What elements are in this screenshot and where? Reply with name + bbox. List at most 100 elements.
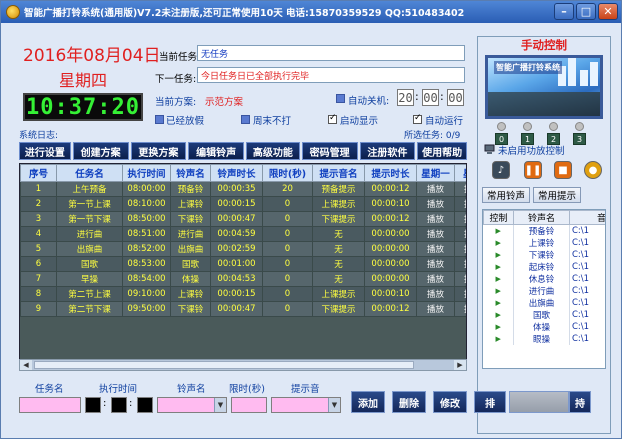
list-item[interactable]: ▶ 眼操 C:\1 bbox=[483, 333, 605, 345]
table-cell: 00:02:59 bbox=[210, 241, 263, 257]
modify-button[interactable]: 修改 bbox=[433, 391, 467, 413]
list-item[interactable]: ▶ 预备铃 C:\1 bbox=[483, 224, 605, 237]
stop-icon[interactable]: ■ bbox=[554, 161, 572, 179]
record-icon[interactable]: ● bbox=[584, 161, 602, 179]
channel-led-icon bbox=[575, 122, 584, 131]
list-item[interactable]: ▶ 起床铃 C:\1 bbox=[483, 261, 605, 273]
ring-list[interactable]: 控制 铃声名 音 ▶ 预备铃 C:\1 ▶ 上课铃 C:\1 ▶ 下课铃 C:\1 ▶ 起床铃 C:\… bbox=[482, 209, 606, 369]
second-input[interactable] bbox=[137, 397, 153, 413]
table-row[interactable]: 9 第二节下课 09:50:00 下课铃 00:00:47 0 下课提示 00:00:12 播放… bbox=[20, 301, 466, 317]
list-item[interactable]: ▶ 休息铃 C:\1 bbox=[483, 273, 605, 285]
manual-control-panel: 手动控制 智能广播打铃系统 0 1 2 3 未启用功放控制 ♪ ❚❚ ■ ● 常… bbox=[477, 36, 611, 434]
col-header[interactable]: 序号 bbox=[20, 164, 57, 182]
col-header[interactable]: 星期 bbox=[454, 164, 466, 182]
task-name-input[interactable] bbox=[19, 397, 81, 413]
scroll-thumb[interactable] bbox=[34, 361, 414, 369]
sort-button[interactable]: 排 bbox=[474, 391, 506, 413]
maximize-button[interactable]: □ bbox=[576, 3, 596, 20]
table-row[interactable]: 8 第二节上课 09:10:00 上课铃 00:00:15 0 上课提示 00:00:10 播放… bbox=[20, 286, 466, 302]
hour-input[interactable] bbox=[85, 397, 101, 413]
table-row[interactable]: 4进行曲08:51:00进行曲00:04:590无00:00:00播放播放 bbox=[20, 226, 466, 242]
shutdown-minute-field[interactable]: 00 bbox=[422, 89, 439, 106]
play-icon[interactable]: ▶ bbox=[483, 321, 514, 333]
col-header[interactable]: 提示时长 bbox=[364, 164, 417, 182]
chevron-down-icon[interactable]: ▼ bbox=[328, 398, 340, 412]
weekend-checkbox[interactable] bbox=[241, 115, 250, 124]
start-show-label: 启动显示 bbox=[340, 116, 379, 127]
register-button[interactable]: 注册软件 bbox=[359, 142, 416, 160]
col-header[interactable]: 控制 bbox=[483, 210, 514, 225]
table-cell: 播放 bbox=[416, 256, 455, 272]
play-icon[interactable]: ▶ bbox=[483, 224, 514, 237]
edit-ring-button[interactable]: 编辑铃声 bbox=[188, 142, 245, 160]
table-cell: 播放 bbox=[416, 226, 455, 242]
list-item[interactable]: ▶ 进行曲 C:\1 bbox=[483, 285, 605, 297]
table-cell: 预备提示 bbox=[312, 181, 365, 197]
col-header[interactable]: 执行时间 bbox=[122, 164, 171, 182]
col-header[interactable]: 提示音名 bbox=[312, 164, 365, 182]
play-icon[interactable]: ▶ bbox=[483, 261, 514, 273]
start-show-checkbox[interactable] bbox=[328, 113, 337, 124]
current-plan-value[interactable]: 示范方案 bbox=[205, 94, 243, 108]
tab-common-hints[interactable]: 常用提示 bbox=[533, 187, 582, 203]
task-grid[interactable]: 序号 任务名 执行时间 铃声名 铃声时长 限时(秒) 提示音名 提示时长 星期一… bbox=[19, 163, 467, 371]
play-icon[interactable]: ▶ bbox=[483, 249, 514, 261]
play-icon[interactable]: ▶ bbox=[483, 333, 514, 345]
col-header[interactable]: 星期一 bbox=[416, 164, 455, 182]
col-header[interactable]: 铃声名 bbox=[170, 164, 211, 182]
play-icon[interactable]: ▶ bbox=[483, 309, 514, 321]
list-item[interactable]: ▶ 国歌 C:\1 bbox=[483, 309, 605, 321]
speaker-icon[interactable]: ♪ bbox=[492, 161, 510, 179]
ring-list-header: 控制 铃声名 音 bbox=[483, 210, 605, 225]
title-bar[interactable]: 智能广播打铃系统(通用版)V7.2未注册版,还可正常使用10天 电话:15870… bbox=[1, 1, 621, 23]
create-plan-button[interactable]: 创建方案 bbox=[72, 142, 129, 160]
delete-button[interactable]: 删除 bbox=[392, 391, 426, 413]
col-header[interactable]: 音 bbox=[569, 210, 605, 225]
play-icon[interactable]: ▶ bbox=[483, 297, 514, 309]
shutdown-second-field[interactable]: 00 bbox=[447, 89, 464, 106]
table-row[interactable]: 2 第一节上课 08:10:00 上课铃 00:00:15 0 上课提示 00:00:10 播放… bbox=[20, 196, 466, 212]
minimize-button[interactable]: – bbox=[554, 3, 574, 20]
scroll-right-icon[interactable]: ▶ bbox=[454, 360, 466, 370]
list-item[interactable]: ▶ 出旗曲 C:\1 bbox=[483, 297, 605, 309]
extra-button[interactable]: 持 bbox=[569, 391, 591, 413]
add-button[interactable]: 添加 bbox=[351, 391, 385, 413]
table-row[interactable]: 1 上午预备 08:00:00 预备铃 00:00:35 20 预备提示 00:00:12 播放… bbox=[20, 181, 466, 197]
close-button[interactable]: ✕ bbox=[598, 3, 618, 20]
list-item[interactable]: ▶ 下课铃 C:\1 bbox=[483, 249, 605, 261]
play-icon[interactable]: ▶ bbox=[483, 285, 514, 297]
col-header[interactable]: 任务名 bbox=[56, 164, 123, 182]
ring-name: 出旗曲 bbox=[513, 297, 570, 309]
auto-run-checkbox[interactable] bbox=[413, 113, 422, 124]
shutdown-hour-field[interactable]: 20 bbox=[397, 89, 414, 106]
table-row[interactable]: 5出旗曲08:52:00出旗曲00:02:590无00:00:00播放播放 bbox=[20, 241, 466, 257]
auto-shutdown-checkbox[interactable] bbox=[336, 94, 345, 103]
weekend-label: 周末不打 bbox=[253, 116, 292, 127]
limit-input[interactable] bbox=[231, 397, 267, 413]
list-item[interactable]: ▶ 上课铃 C:\1 bbox=[483, 237, 605, 249]
hint-select[interactable]: ▼ bbox=[271, 397, 341, 413]
list-item[interactable]: ▶ 体操 C:\1 bbox=[483, 321, 605, 333]
ring-name-select[interactable]: ▼ bbox=[157, 397, 227, 413]
help-button[interactable]: 使用帮助 bbox=[417, 142, 468, 160]
pause-icon[interactable]: ❚❚ bbox=[524, 161, 542, 179]
col-header[interactable]: 铃声名 bbox=[513, 210, 570, 225]
table-row[interactable]: 3 第一节下课 08:50:00 下课铃 00:00:47 0 下课提示 00:00:12 播放… bbox=[20, 211, 466, 227]
play-icon[interactable]: ▶ bbox=[483, 273, 514, 285]
holiday-checkbox[interactable] bbox=[155, 115, 164, 124]
grid-horizontal-scrollbar[interactable]: ◀ ▶ bbox=[19, 359, 467, 371]
scroll-left-icon[interactable]: ◀ bbox=[20, 360, 32, 370]
settings-button[interactable]: 进行设置 bbox=[19, 142, 71, 160]
col-header[interactable]: 限时(秒) bbox=[262, 164, 313, 182]
tab-common-rings[interactable]: 常用铃声 bbox=[482, 187, 531, 203]
minute-input[interactable] bbox=[111, 397, 127, 413]
play-icon[interactable]: ▶ bbox=[483, 237, 514, 249]
table-row[interactable]: 6国歌08:53:00国歌00:01:000无00:00:00播放播放 bbox=[20, 256, 466, 272]
advanced-button[interactable]: 高级功能 bbox=[246, 142, 300, 160]
password-button[interactable]: 密码管理 bbox=[301, 142, 358, 160]
change-plan-button[interactable]: 更换方案 bbox=[130, 142, 187, 160]
table-row[interactable]: 7早操08:54:00体操00:04:530无00:00:00播放播放 bbox=[20, 271, 466, 287]
col-header[interactable]: 铃声时长 bbox=[210, 164, 263, 182]
chevron-down-icon[interactable]: ▼ bbox=[214, 398, 226, 412]
current-date: 2016年08月04日 bbox=[23, 46, 161, 66]
